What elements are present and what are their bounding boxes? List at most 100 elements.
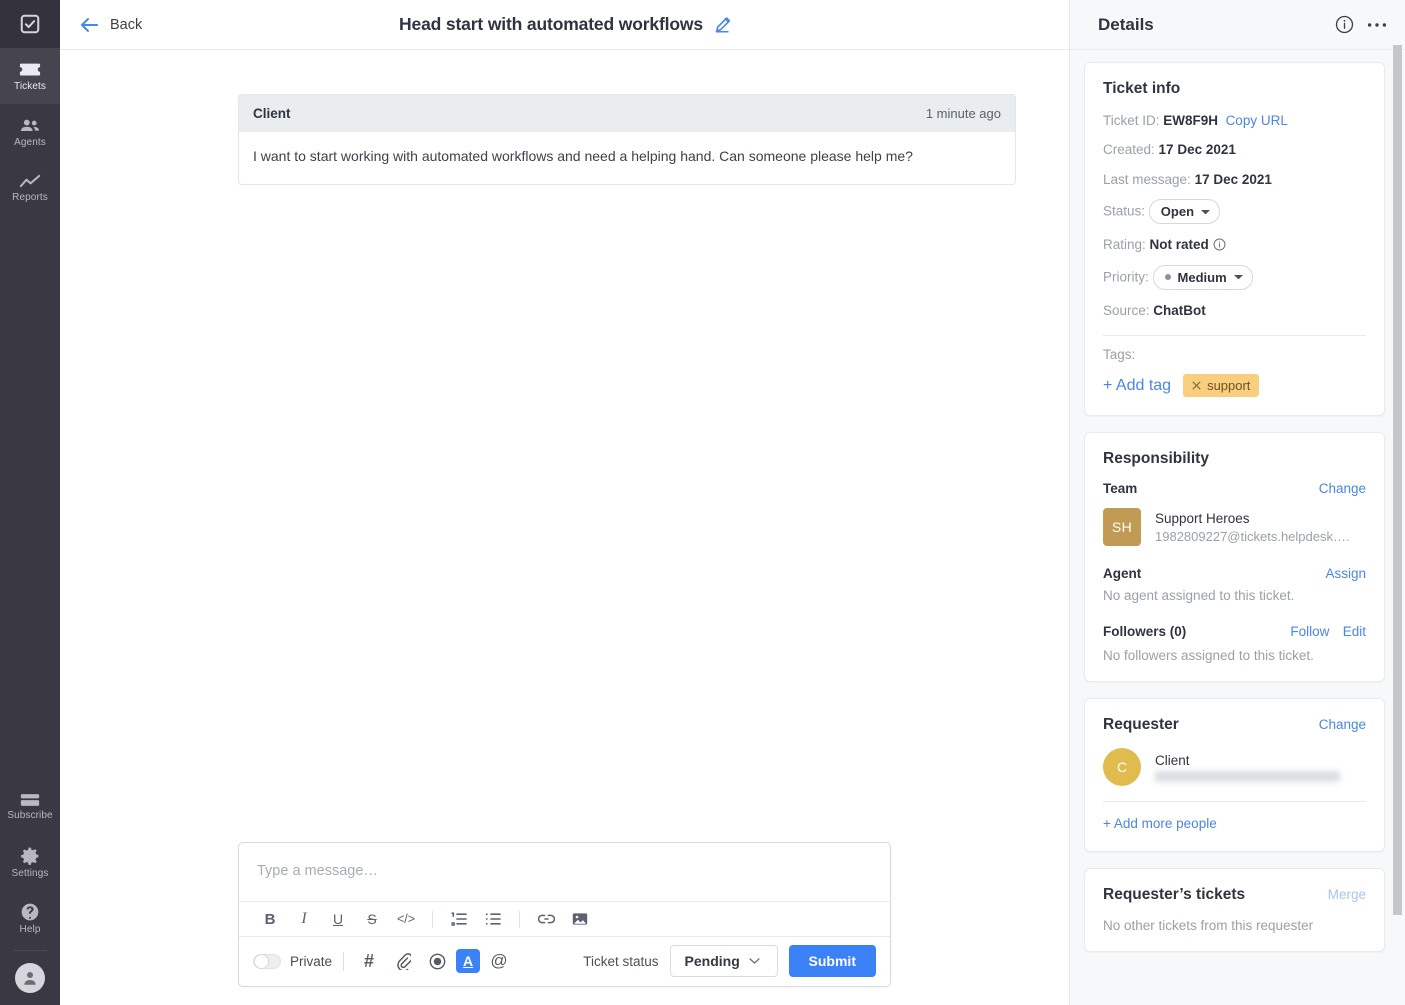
responsibility-card: Responsibility Team Change SH Support He… <box>1084 432 1385 683</box>
toolbar-separator <box>432 910 433 928</box>
details-title: Details <box>1098 14 1154 34</box>
team-change-link[interactable]: Change <box>1319 481 1366 496</box>
team-row: Team Change <box>1103 481 1366 496</box>
requester-tickets-title: Requester’s tickets <box>1103 886 1246 904</box>
message-author: Client <box>253 106 291 121</box>
composer-wrap: Type a message… B I U S </> Private # A … <box>60 842 1069 1005</box>
submit-button[interactable]: Submit <box>788 945 876 977</box>
requester-tickets-row: Requester’s tickets Merge <box>1103 886 1366 904</box>
message-composer: Type a message… B I U S </> Private # A … <box>238 842 891 987</box>
back-button[interactable]: Back <box>80 17 142 33</box>
requester-tickets-empty: No other tickets from this requester <box>1103 918 1314 934</box>
info-circle-icon[interactable] <box>1335 15 1354 34</box>
link-button[interactable] <box>529 906 563 932</box>
merge-link[interactable]: Merge <box>1328 887 1366 902</box>
add-more-people-link[interactable]: + Add more people <box>1103 816 1217 831</box>
requester-tickets-card: Requester’s tickets Merge No other ticke… <box>1084 868 1385 953</box>
add-tag-button[interactable]: + Add tag <box>1103 377 1171 395</box>
link-icon <box>537 913 555 925</box>
status-label: Status: <box>1103 203 1146 219</box>
strikethrough-button[interactable]: S <box>355 906 389 932</box>
action-separator <box>343 951 345 971</box>
page-title: Head start with automated workflows <box>399 14 703 34</box>
toolbar-separator <box>519 910 520 928</box>
team-person: SH Support Heroes 1982809227@tickets.hel… <box>1103 508 1366 547</box>
attachment-button[interactable] <box>388 948 418 974</box>
status-row: Status: Open <box>1103 198 1366 225</box>
ticket-status-select[interactable]: Pending <box>669 945 778 977</box>
private-toggle[interactable] <box>253 953 281 969</box>
tag-label: support <box>1207 378 1251 394</box>
sidebar-item-reports[interactable]: Reports <box>0 160 60 216</box>
bullet-list-button[interactable] <box>476 906 510 932</box>
italic-button[interactable]: I <box>287 906 321 932</box>
last-message-row: Last message: 17 Dec 2021 <box>1103 170 1366 190</box>
sidebar-item-help[interactable]: Help <box>0 890 60 946</box>
team-label: Team <box>1103 481 1138 497</box>
message-header: Client 1 minute ago <box>239 95 1015 132</box>
image-button[interactable] <box>563 906 597 932</box>
code-button[interactable]: </> <box>389 906 423 932</box>
source-value: ChatBot <box>1153 303 1206 318</box>
sidebar-item-label: Reports <box>12 191 48 203</box>
ordered-list-icon <box>451 912 467 926</box>
message-input[interactable]: Type a message… <box>239 843 890 901</box>
last-message-label: Last message: <box>1103 171 1191 187</box>
chevron-down-icon <box>1201 209 1211 215</box>
priority-row: Priority: Medium <box>1103 264 1366 290</box>
tag-chip-support[interactable]: support <box>1183 374 1260 398</box>
details-panel: Details Ticket info Ticket ID: EW8F9H Co… <box>1070 0 1405 1005</box>
sidebar-item-agents[interactable]: Agents <box>0 104 60 160</box>
underline-button[interactable]: U <box>321 906 355 932</box>
arrow-left-icon <box>80 17 99 33</box>
avatar[interactable] <box>15 963 45 993</box>
priority-value: Medium <box>1177 269 1227 285</box>
app-root: Tickets Agents Reports Subscribe Setting… <box>0 0 1405 1005</box>
sidebar-item-label: Settings <box>11 867 49 879</box>
requester-change-link[interactable]: Change <box>1319 717 1366 732</box>
priority-dropdown[interactable]: Medium <box>1152 264 1253 290</box>
follow-link[interactable]: Follow <box>1290 624 1329 639</box>
ordered-list-button[interactable] <box>442 906 476 932</box>
created-label: Created: <box>1103 142 1155 158</box>
top-bar: Back Head start with automated workflows <box>60 0 1069 50</box>
status-value: Open <box>1160 203 1195 219</box>
tags-divider <box>1103 335 1366 337</box>
sidebar-item-tickets[interactable]: Tickets <box>0 48 60 104</box>
ellipsis-icon[interactable] <box>1367 22 1387 28</box>
record-button[interactable] <box>422 948 452 974</box>
paperclip-icon <box>396 952 411 970</box>
pencil-edit-icon[interactable] <box>714 16 730 33</box>
status-dropdown[interactable]: Open <box>1148 198 1221 225</box>
text-format-button[interactable]: A <box>456 949 481 973</box>
rating-info-icon[interactable] <box>1213 237 1226 252</box>
mention-button[interactable]: @ <box>484 948 514 974</box>
close-icon[interactable] <box>1192 381 1201 390</box>
agent-row: Agent Assign <box>1103 566 1366 581</box>
team-info: Support Heroes 1982809227@tickets.helpde… <box>1155 511 1366 544</box>
rating-label: Rating: <box>1103 237 1146 253</box>
rail-divider <box>13 950 47 951</box>
requester-name: Client <box>1155 752 1190 768</box>
canned-response-button[interactable]: # <box>354 948 384 974</box>
followers-edit-link[interactable]: Edit <box>1343 624 1366 639</box>
chevron-down-icon <box>749 957 760 965</box>
strikethrough-icon: S <box>367 911 377 927</box>
agent-assign-link[interactable]: Assign <box>1325 566 1366 581</box>
sidebar-item-label: Help <box>19 923 41 935</box>
sidebar-item-settings[interactable]: Settings <box>0 834 60 890</box>
copy-url-link[interactable]: Copy URL <box>1226 113 1288 128</box>
bold-button[interactable]: B <box>253 906 287 932</box>
requester-card: Requester Change C Client + Add more peo… <box>1084 698 1385 853</box>
italic-icon: I <box>301 910 307 927</box>
private-toggle-knob <box>254 953 269 969</box>
last-message-value: 17 Dec 2021 <box>1194 171 1272 187</box>
app-logo[interactable] <box>0 0 60 48</box>
underline-icon: U <box>332 911 344 927</box>
ticket-title-wrap: Head start with automated workflows <box>60 14 1069 35</box>
at-icon: @ <box>490 951 508 970</box>
team-avatar: SH <box>1103 508 1141 547</box>
details-scrollbar[interactable] <box>1393 45 1402 915</box>
sidebar-item-subscribe[interactable]: Subscribe <box>0 778 60 834</box>
followers-empty-note: No followers assigned to this ticket. <box>1103 648 1314 664</box>
